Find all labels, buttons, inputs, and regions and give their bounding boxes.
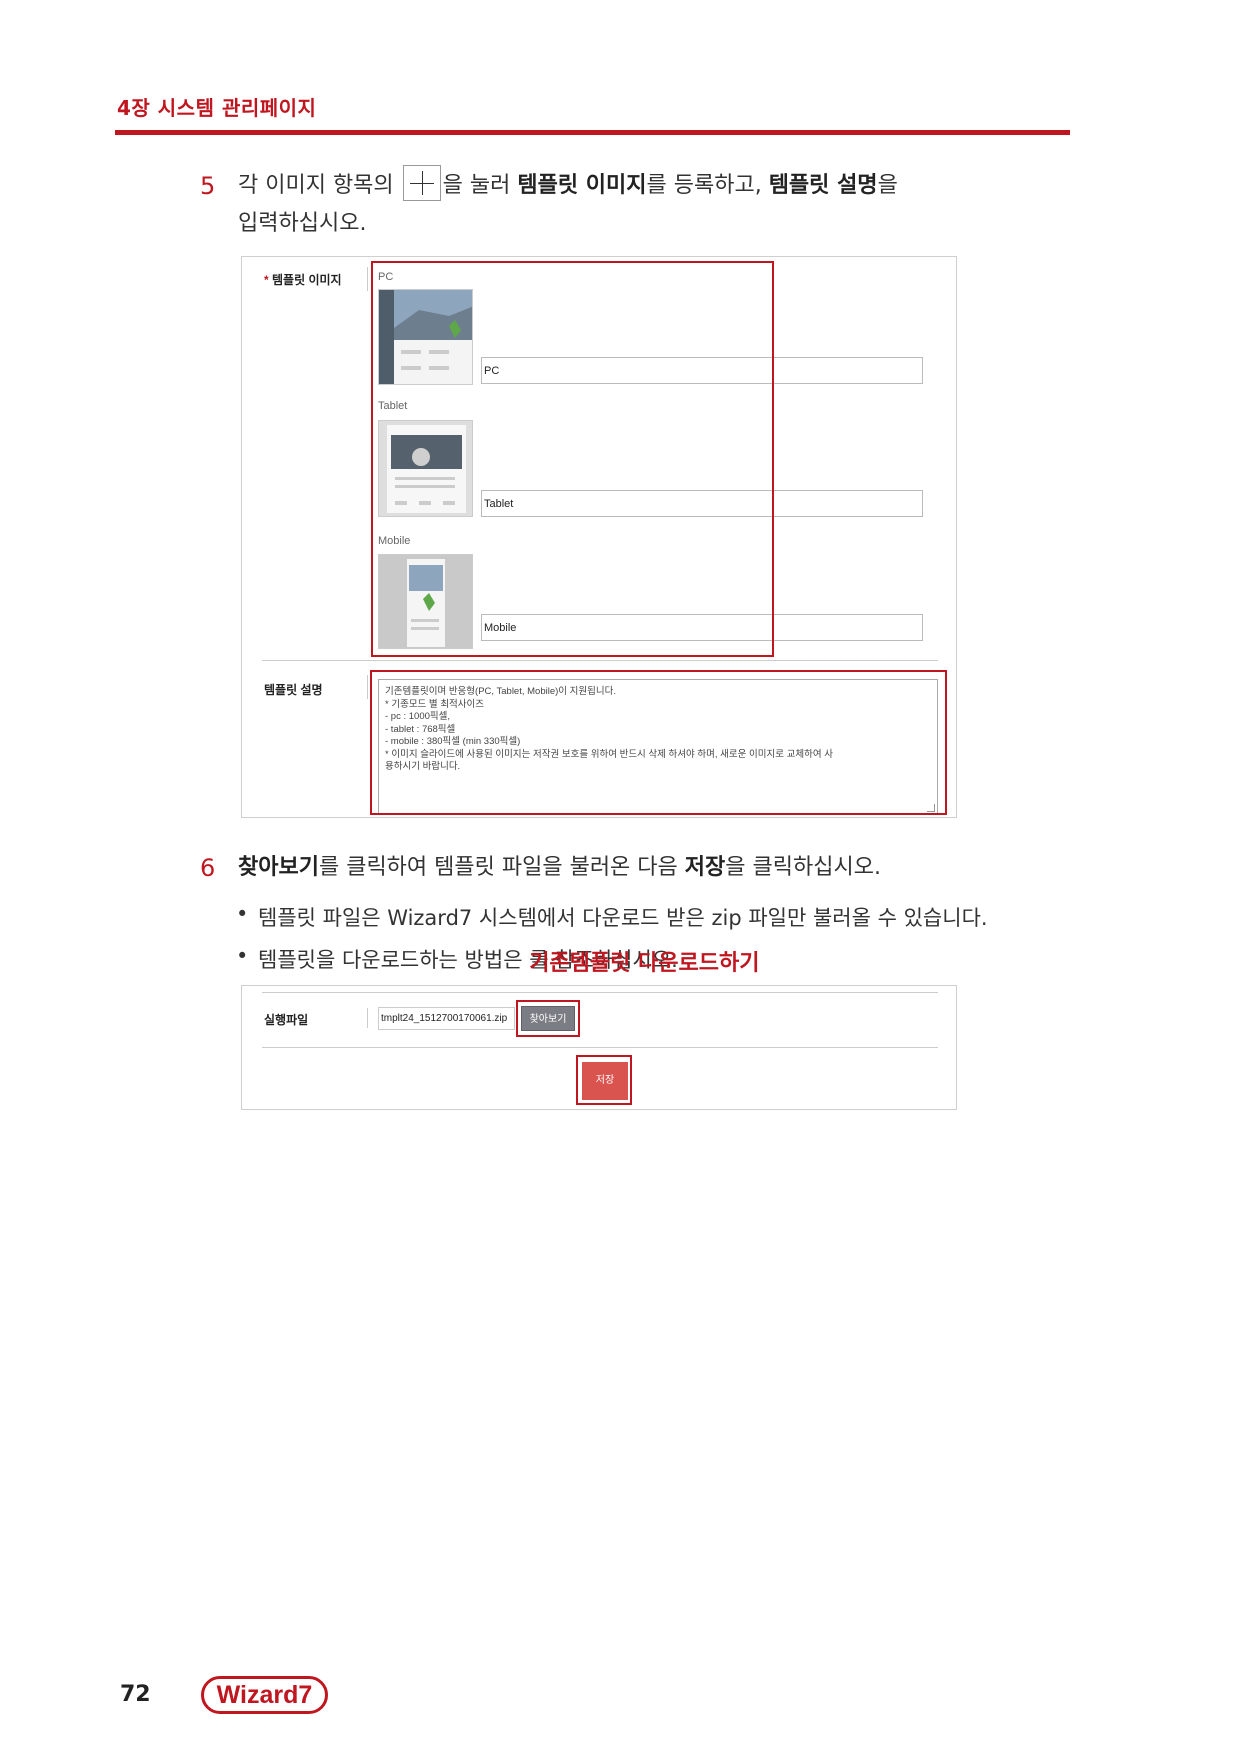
template-description-label: 템플릿 설명	[264, 683, 323, 697]
cross-reference-link[interactable]: 기존템플릿 다운로드하기	[529, 951, 759, 976]
label-separator	[367, 1008, 368, 1028]
step-number: 5	[200, 172, 216, 200]
step-text-part: 각 이미지 항목의	[238, 173, 401, 198]
required-mark: *	[264, 273, 269, 287]
bullet-text: 템플릿 파일은 Wizard7 시스템에서 다운로드 받은 zip 파일만 불러…	[258, 906, 988, 930]
template-image-label-text: 템플릿 이미지	[272, 273, 342, 287]
step-bold-text: 저장	[684, 855, 726, 880]
step-bold-text: 템플릿 이미지	[517, 173, 647, 198]
step-text-part: 을	[877, 173, 898, 198]
section-divider	[262, 1047, 938, 1048]
file-path-input[interactable]: tmplt24_1512700170061.zip	[378, 1007, 515, 1030]
step-text-part: 을 클릭하십시오.	[725, 855, 881, 880]
bullet-text: 템플릿을 다운로드하는 방법은 기존템플릿 다운로드하기 를 참조하십시오.	[258, 944, 760, 976]
step-number: 6	[200, 854, 216, 882]
chapter-title: 4장 시스템 관리페이지	[117, 96, 317, 120]
template-upload-screenshot: 실행파일 tmplt24_1512700170061.zip 찾아보기 저장	[241, 985, 957, 1110]
step-text: 각 이미지 항목의 을 눌러 템플릿 이미지를 등록하고, 템플릿 설명을	[238, 165, 898, 206]
template-image-form-screenshot: * 템플릿 이미지 PC PC Tablet Tablet Mobile Mob…	[241, 256, 957, 818]
chapter-divider	[115, 130, 1070, 135]
plus-icon	[402, 165, 441, 201]
step-text-part: 를 등록하고,	[646, 173, 769, 198]
bullet-text-part: 템플릿을 다운로드하는 방법은	[258, 948, 530, 972]
wizard7-logo: Wizard7	[201, 1676, 328, 1714]
step-bold-text: 템플릿 설명	[768, 173, 878, 198]
bullet-dot: •	[236, 902, 249, 926]
browse-highlight-box	[516, 1000, 580, 1037]
save-highlight-box	[576, 1055, 632, 1105]
step-text-part: 를 클릭하여 템플릿 파일을 불러온 다음	[318, 855, 685, 880]
label-separator	[367, 675, 368, 699]
step-bold-text: 찾아보기	[238, 855, 319, 880]
label-separator	[367, 267, 368, 291]
file-label: 실행파일	[264, 1013, 309, 1027]
page-number: 72	[120, 1682, 151, 1707]
step-text-part: 을 눌러	[442, 173, 518, 198]
step-text: 찾아보기를 클릭하여 템플릿 파일을 불러온 다음 저장을 클릭하십시오.	[238, 848, 881, 888]
step-text-part: 입력하십시오.	[238, 211, 367, 236]
section-divider	[262, 992, 938, 993]
bullet-dot: •	[236, 944, 249, 968]
section-divider	[262, 660, 938, 661]
description-highlight-box	[370, 670, 947, 815]
template-image-label: * 템플릿 이미지	[264, 271, 342, 288]
step-5-line2: 입력하십시오.	[238, 204, 366, 244]
image-highlight-box	[371, 261, 774, 657]
